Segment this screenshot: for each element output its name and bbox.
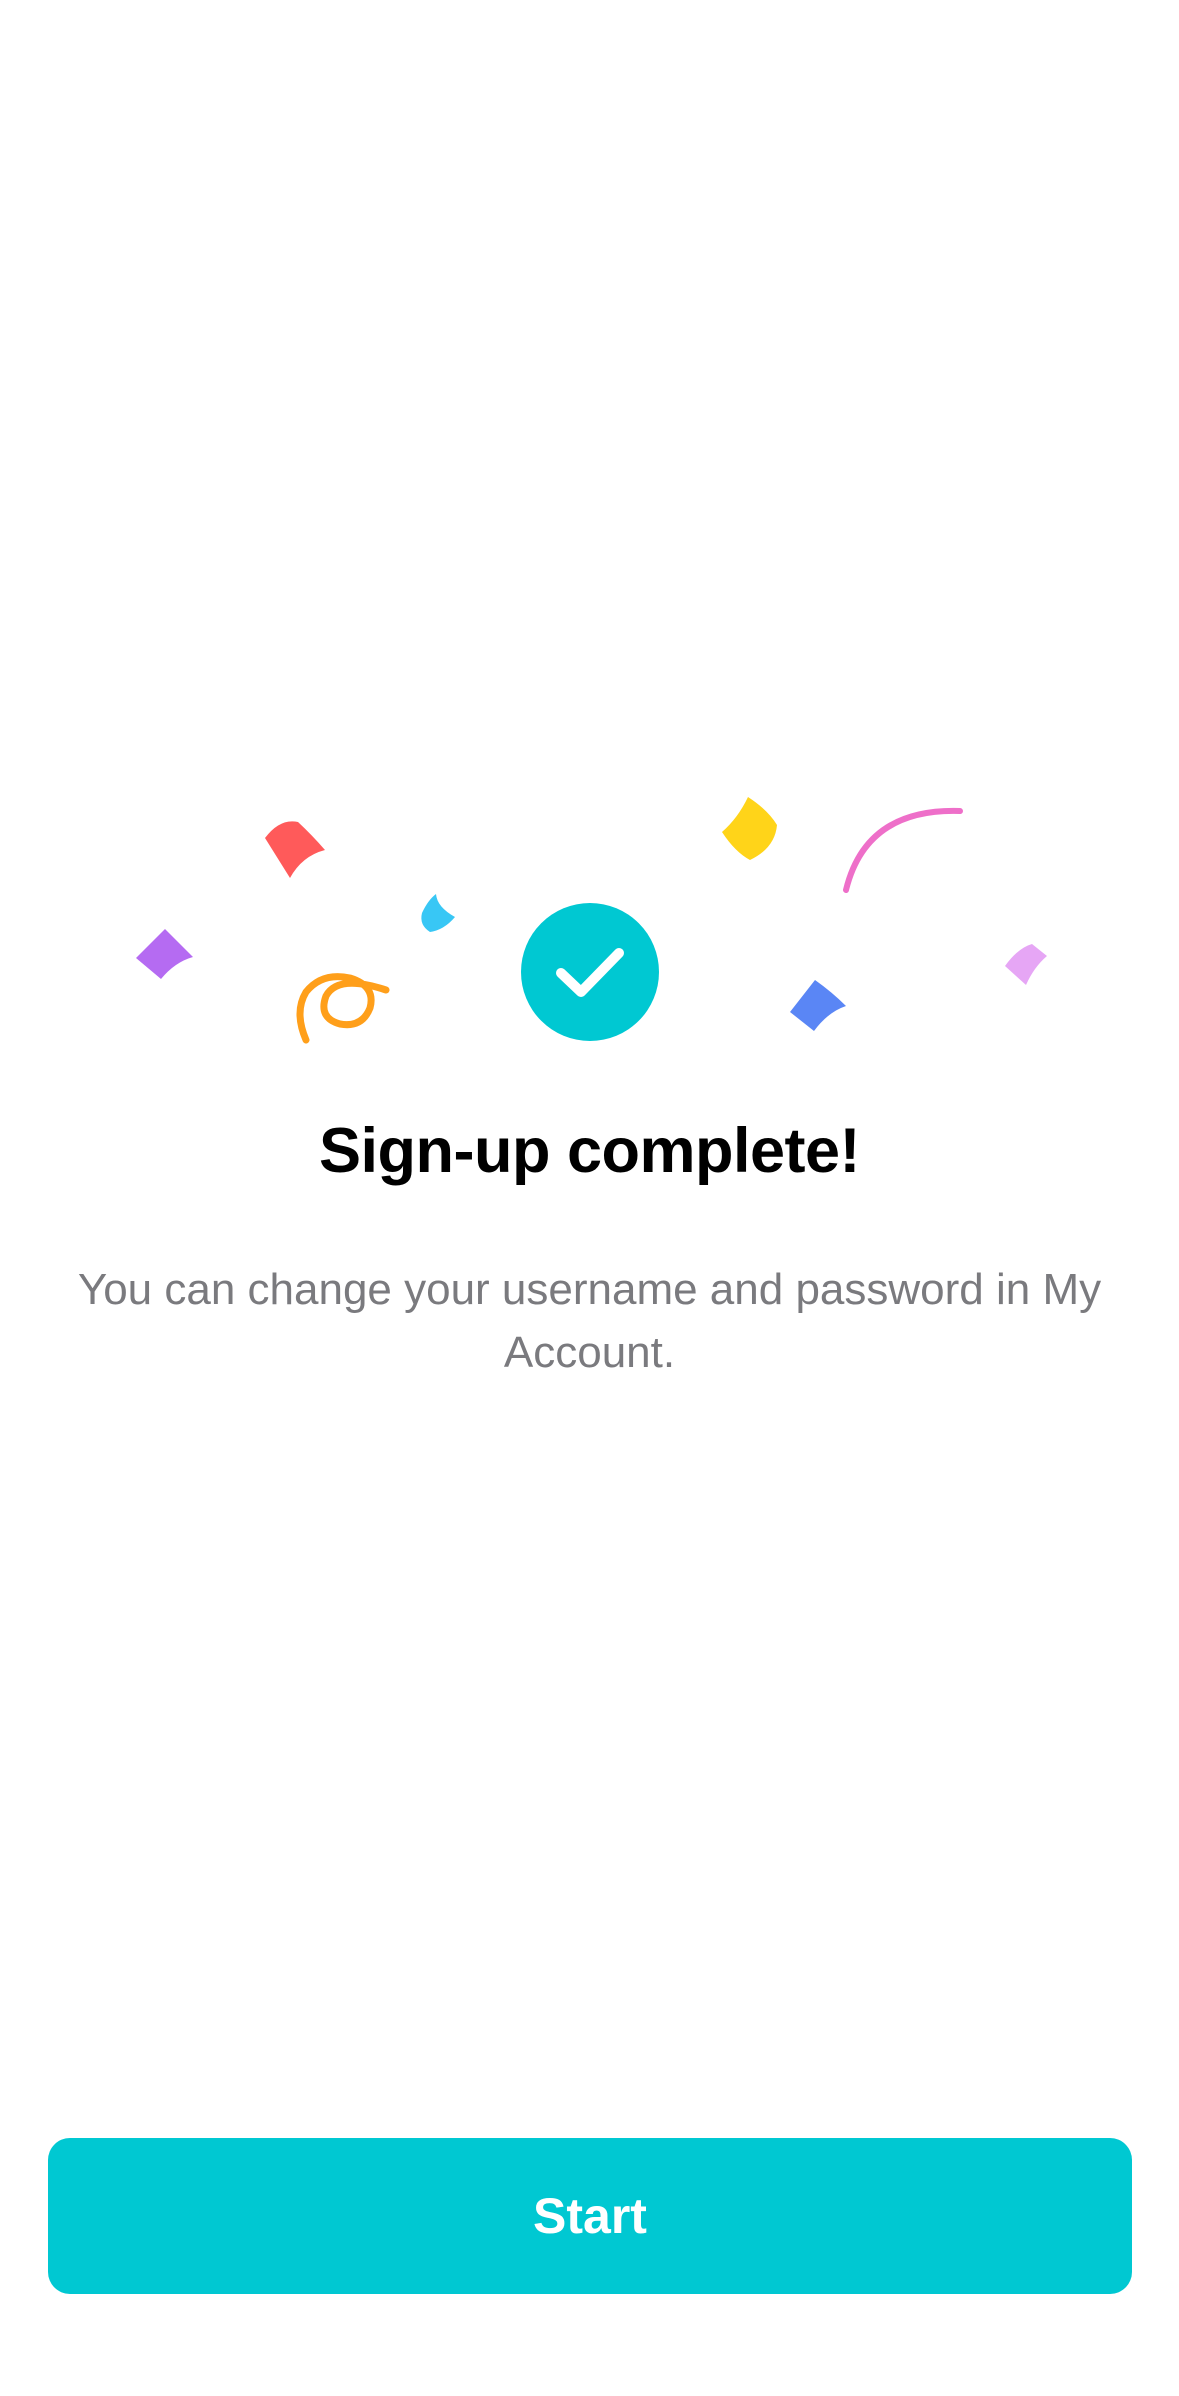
confetti-pink-arc bbox=[843, 807, 963, 893]
start-button[interactable]: Start bbox=[48, 2138, 1132, 2294]
confetti-red-piece bbox=[265, 821, 325, 878]
confetti-yellow-piece bbox=[722, 797, 777, 860]
confetti-blue-piece bbox=[790, 980, 846, 1031]
start-button-label: Start bbox=[533, 2188, 647, 2244]
confetti-purple-piece bbox=[136, 929, 193, 979]
confetti-lilac-piece bbox=[1005, 944, 1047, 985]
page-title: Sign-up complete! bbox=[319, 1116, 861, 1186]
confetti-cyan-piece bbox=[421, 894, 455, 932]
confetti-orange-curl bbox=[296, 973, 390, 1044]
subtitle-text: You can change your username and passwor… bbox=[77, 1265, 1102, 1377]
check-circle-icon bbox=[521, 903, 659, 1041]
